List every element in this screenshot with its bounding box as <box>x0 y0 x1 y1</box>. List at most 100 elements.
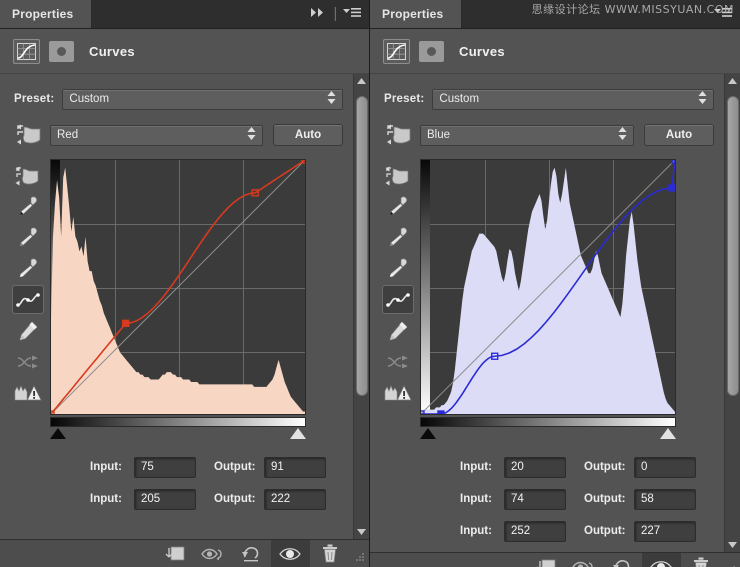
curve-graph[interactable] <box>420 159 676 415</box>
resize-grip-icon[interactable] <box>349 540 369 567</box>
horizontal-gradient-bar <box>420 417 676 427</box>
black-point-handle[interactable] <box>50 428 66 439</box>
channel-row: Red Auto <box>0 119 369 151</box>
eyedropper-white-icon[interactable] <box>12 254 44 283</box>
curves-adjustment-icon[interactable] <box>383 38 410 64</box>
output-field[interactable]: 227 <box>634 520 696 542</box>
curve-tool-icon[interactable] <box>12 285 44 314</box>
panel-scrollbar[interactable] <box>724 74 740 552</box>
eyedropper-white-icon[interactable] <box>382 254 414 283</box>
eyedropper-gray-icon[interactable] <box>382 223 414 252</box>
clip-warning-icon[interactable] <box>12 378 44 407</box>
curve-graph-wrapper <box>420 159 676 442</box>
delete-icon[interactable] <box>310 540 349 567</box>
on-image-adjust-icon[interactable] <box>384 124 414 146</box>
on-image-adjust-icon[interactable] <box>14 124 44 146</box>
sampler-target-icon[interactable] <box>382 161 414 190</box>
scroll-up-icon[interactable] <box>728 74 737 88</box>
scrollbar-track[interactable] <box>725 88 740 538</box>
tabbar-spacer <box>462 0 714 28</box>
visibility-icon[interactable] <box>642 553 681 567</box>
panel-scrollbar[interactable] <box>353 74 369 539</box>
auto-button[interactable]: Auto <box>273 124 343 146</box>
pencil-tool-icon[interactable] <box>12 316 44 345</box>
scrollbar-thumb[interactable] <box>355 96 368 396</box>
preset-select[interactable]: Custom <box>62 88 343 110</box>
io-fields-blue: Input: 20 Output: 0 Input: 74 Output: 58… <box>370 456 740 542</box>
curve-graph[interactable] <box>50 159 306 415</box>
clip-to-layer-toggle-icon[interactable] <box>49 40 74 62</box>
output-field[interactable]: 91 <box>264 456 326 478</box>
output-field[interactable]: 58 <box>634 488 696 510</box>
scrollbar-track[interactable] <box>354 88 370 525</box>
collapse-double-arrow-icon[interactable] <box>310 5 327 23</box>
scroll-up-icon[interactable] <box>357 74 366 88</box>
tab-properties[interactable]: Properties <box>370 0 462 28</box>
clip-to-layer-icon[interactable] <box>154 540 193 567</box>
output-field[interactable]: 0 <box>634 456 696 478</box>
clip-to-layer-icon[interactable] <box>525 553 564 567</box>
scroll-down-icon[interactable] <box>728 538 737 552</box>
toggle-preview-icon[interactable] <box>193 540 232 567</box>
scroll-down-icon[interactable] <box>357 525 366 539</box>
clip-warning-icon[interactable] <box>382 378 414 407</box>
input-label: Input: <box>460 461 492 473</box>
reset-icon[interactable] <box>603 553 642 567</box>
preset-select[interactable]: Custom <box>432 88 714 110</box>
pencil-tool-icon[interactable] <box>382 316 414 345</box>
clip-dot <box>57 46 66 56</box>
input-label: Input: <box>460 493 492 505</box>
black-point-handle[interactable] <box>420 428 436 439</box>
tone-handles <box>420 428 676 442</box>
eyedropper-black-icon[interactable] <box>382 192 414 221</box>
curve-svg-red <box>51 160 305 414</box>
auto-button[interactable]: Auto <box>644 124 714 146</box>
eyedropper-black-icon[interactable] <box>12 192 44 221</box>
curves-adjustment-icon[interactable] <box>13 38 40 64</box>
output-label: Output: <box>214 461 256 473</box>
scrollbar-thumb[interactable] <box>726 96 739 396</box>
delete-icon[interactable] <box>681 553 720 567</box>
tab-properties-label: Properties <box>382 7 444 21</box>
panel-menu-icon[interactable] <box>714 5 732 23</box>
input-label: Input: <box>460 525 492 537</box>
output-label: Output: <box>214 493 256 505</box>
horizontal-gradient-wrap <box>420 417 676 427</box>
page-title: Curves <box>89 43 135 59</box>
reset-icon[interactable] <box>232 540 271 567</box>
curve-graph-wrapper <box>50 159 306 442</box>
channel-value: Blue <box>427 129 451 141</box>
smooth-curve-icon[interactable] <box>382 347 414 376</box>
smooth-curve-icon[interactable] <box>12 347 44 376</box>
input-field[interactable]: 75 <box>134 456 196 478</box>
input-field[interactable]: 205 <box>134 488 196 510</box>
channel-select[interactable]: Red <box>50 124 263 146</box>
channel-select[interactable]: Blue <box>420 124 634 146</box>
panel-bottom-toolbar <box>0 539 369 567</box>
input-field[interactable]: 252 <box>504 520 566 542</box>
panel-tabbar: Properties <box>0 0 369 29</box>
clip-to-layer-toggle-icon[interactable] <box>419 40 444 62</box>
io-row: Input: 252 Output: 227 <box>460 520 740 542</box>
input-field[interactable]: 74 <box>504 488 566 510</box>
output-field[interactable]: 222 <box>264 488 326 510</box>
curve-tools <box>376 159 420 442</box>
sampler-target-icon[interactable] <box>12 161 44 190</box>
chevron-updown-icon <box>698 91 707 107</box>
white-point-handle[interactable] <box>660 428 676 439</box>
resize-grip-icon[interactable] <box>720 553 740 567</box>
eyedropper-gray-icon[interactable] <box>12 223 44 252</box>
visibility-icon[interactable] <box>271 540 310 567</box>
panel-body: Preset: Custom <box>0 74 369 539</box>
preset-row: Preset: Custom <box>370 84 740 114</box>
preset-row: Preset: Custom <box>0 84 369 114</box>
channel-value: Red <box>57 129 79 141</box>
output-label: Output: <box>584 493 626 505</box>
tab-properties[interactable]: Properties <box>0 0 92 28</box>
white-point-handle[interactable] <box>290 428 306 439</box>
panel-menu-icon[interactable] <box>343 5 361 23</box>
curve-tool-icon[interactable] <box>382 285 414 314</box>
input-field[interactable]: 20 <box>504 456 566 478</box>
panel-bottom-toolbar <box>370 552 740 567</box>
toggle-preview-icon[interactable] <box>564 553 603 567</box>
